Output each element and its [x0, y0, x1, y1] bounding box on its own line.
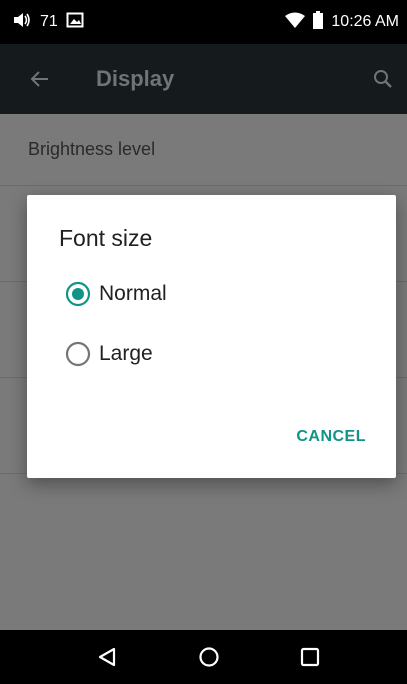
font-size-dialog: Font size Normal Large CANCEL	[27, 195, 396, 478]
status-bar: 71 10:26 AM	[0, 0, 407, 44]
option-normal[interactable]: Normal	[65, 281, 167, 307]
home-circle-icon[interactable]	[198, 646, 220, 668]
radio-unselected-icon[interactable]	[65, 341, 91, 367]
clock: 10:26 AM	[331, 13, 399, 30]
back-arrow-icon[interactable]	[28, 67, 52, 91]
recents-square-icon[interactable]	[299, 646, 321, 668]
option-label: Large	[99, 342, 153, 365]
volume-level: 71	[40, 13, 58, 30]
phone-screen: 71 10:26 AM Display Brightness level Fon…	[0, 0, 407, 684]
dialog-title: Font size	[59, 225, 153, 251]
option-large[interactable]: Large	[65, 341, 153, 367]
back-triangle-icon[interactable]	[96, 646, 118, 668]
option-label: Normal	[99, 282, 167, 305]
cancel-button[interactable]: CANCEL	[296, 428, 366, 446]
search-icon[interactable]	[371, 67, 395, 91]
setting-label: Brightness level	[28, 139, 156, 159]
image-icon	[66, 12, 84, 33]
battery-icon	[313, 10, 324, 34]
status-left: 71	[12, 11, 84, 34]
page-title: Display	[96, 66, 175, 91]
setting-brightness-level[interactable]: Brightness level	[0, 114, 407, 186]
navigation-bar	[0, 630, 407, 684]
status-right: 10:26 AM	[285, 10, 399, 34]
volume-icon	[12, 11, 32, 34]
radio-selected-icon[interactable]	[65, 281, 91, 307]
wifi-icon	[285, 12, 306, 33]
app-bar: Display	[0, 44, 407, 114]
